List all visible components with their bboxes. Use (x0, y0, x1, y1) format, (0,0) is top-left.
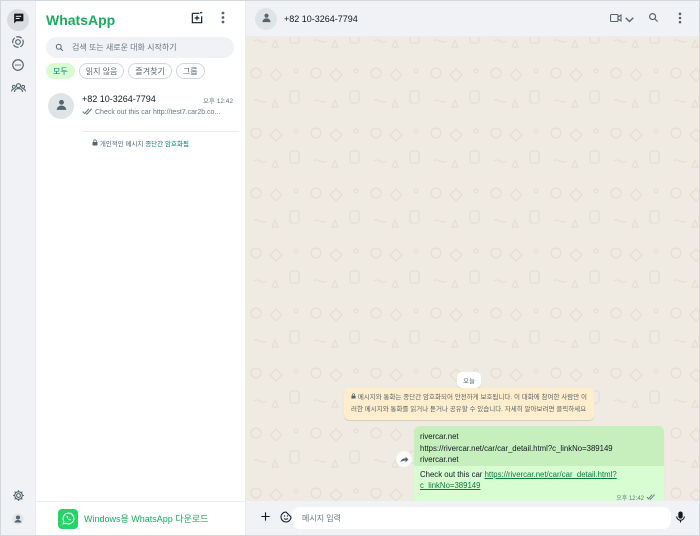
download-label: Windows용 WhatsApp 다운로드 (84, 514, 209, 524)
double-check-icon (82, 108, 95, 117)
forward-button[interactable] (396, 451, 412, 467)
chat-list-panel: WhatsApp 모두 읽지 않음 즐겨찾기 그룹 (36, 1, 246, 535)
contact-name: +82 10-3264-7794 (284, 14, 358, 24)
message-bubble: rivercar.net https://rivercar.net/car/ca… (414, 426, 664, 505)
chat-preview: Check out this car http://test7.car2b.co… (82, 108, 232, 117)
kebab-menu-icon (678, 12, 682, 27)
filter-all-chip[interactable]: 모두 (46, 63, 75, 79)
kebab-menu-icon (221, 11, 225, 27)
message-text-prefix: Check out this car (420, 470, 485, 479)
video-camera-icon (609, 12, 622, 26)
filter-favorites-chip[interactable]: 즐겨찾기 (128, 63, 172, 79)
attach-button[interactable] (256, 509, 274, 527)
status-nav-button[interactable] (7, 32, 29, 54)
chat-preview-text: Check out this car http://test7.car2b.co… (95, 109, 221, 116)
search-icon (648, 12, 659, 26)
nav-rail (1, 1, 36, 535)
profile-icon (12, 513, 24, 528)
link-preview-url: https://rivercar.net/car/car_detail.html… (420, 443, 613, 453)
search-icon (55, 41, 64, 55)
default-user-icon (55, 98, 68, 114)
download-banner[interactable]: Windows용 WhatsApp 다운로드 (36, 501, 245, 535)
filter-groups-chip[interactable]: 그룹 (175, 63, 205, 79)
voice-message-button[interactable] (671, 509, 689, 527)
whatsapp-logo (58, 508, 78, 529)
settings-nav-button[interactable] (7, 486, 29, 508)
date-divider: 오늘 (457, 372, 481, 388)
chat-list-item[interactable]: +82 10-3264-7794 오후 12:42 Check out this… (36, 88, 245, 130)
link-preview[interactable]: rivercar.net https://rivercar.net/car/ca… (414, 426, 664, 466)
conversation-header[interactable]: +82 10-3264-7794 (246, 1, 699, 37)
communities-nav-button[interactable] (7, 78, 29, 100)
new-chat-icon (190, 11, 204, 28)
contact-avatar (48, 93, 74, 119)
encryption-note-link[interactable]: 종단간 암호화됨 (145, 141, 189, 148)
conversation-panel: +82 10-3264-7794 오늘 메시지와 통화는 종단간 암호화되어 안… (246, 1, 699, 535)
app-title: WhatsApp (46, 12, 116, 28)
forward-icon (400, 452, 409, 466)
list-divider (82, 131, 239, 132)
channels-nav-button[interactable] (7, 55, 29, 77)
new-chat-button[interactable] (188, 10, 206, 28)
encryption-note: 개인적인 메시지 종단간 암호화됨 (36, 138, 245, 148)
link-preview-domain: rivercar.net (420, 455, 459, 464)
chats-nav-button[interactable] (7, 9, 29, 31)
chat-name: +82 10-3264-7794 (82, 94, 156, 104)
filter-chips: 모두 읽지 않음 즐겨찾기 그룹 (46, 63, 205, 79)
header-avatar[interactable] (255, 8, 277, 30)
settings-icon (12, 489, 25, 505)
outgoing-message[interactable]: rivercar.net https://rivercar.net/car/ca… (414, 426, 664, 505)
link-preview-title: rivercar.net (420, 432, 459, 441)
encryption-system-message[interactable]: 메시지와 통화는 종단간 암호화되어 안전하게 보호됩니다. 이 대화에 참여한… (344, 388, 594, 420)
profile-nav-button[interactable] (7, 509, 29, 531)
default-user-icon (261, 12, 272, 26)
plus-icon (260, 511, 271, 525)
sticker-icon (280, 510, 292, 526)
communities-icon (10, 81, 26, 98)
message-composer (246, 501, 699, 535)
filter-unread-chip[interactable]: 읽지 않음 (78, 63, 125, 79)
chevron-down-icon (622, 12, 634, 26)
search-input[interactable] (72, 43, 222, 52)
message-input-box[interactable] (292, 507, 671, 529)
search-bar[interactable] (46, 37, 234, 58)
chats-icon (12, 12, 25, 28)
message-text: Check out this car https://rivercar.net/… (414, 466, 664, 493)
channels-icon (11, 58, 25, 75)
conversation-menu-button[interactable] (678, 10, 682, 28)
message-input[interactable] (302, 513, 602, 523)
list-menu-button[interactable] (214, 10, 232, 28)
lock-icon (92, 139, 100, 148)
search-chat-button[interactable] (648, 10, 659, 28)
status-icon (11, 35, 25, 52)
whatsapp-window: WhatsApp 모두 읽지 않음 즐겨찾기 그룹 (0, 0, 700, 536)
chat-time: 오후 12:42 (202, 98, 233, 105)
lock-icon (351, 393, 358, 401)
microphone-icon (675, 511, 685, 526)
system-message-text: 메시지와 통화는 종단간 암호화되어 안전하게 보호됩니다. 이 대화에 참여한… (351, 394, 587, 413)
video-call-button[interactable] (609, 10, 634, 28)
encryption-note-text: 개인적인 메시지 (99, 141, 146, 148)
